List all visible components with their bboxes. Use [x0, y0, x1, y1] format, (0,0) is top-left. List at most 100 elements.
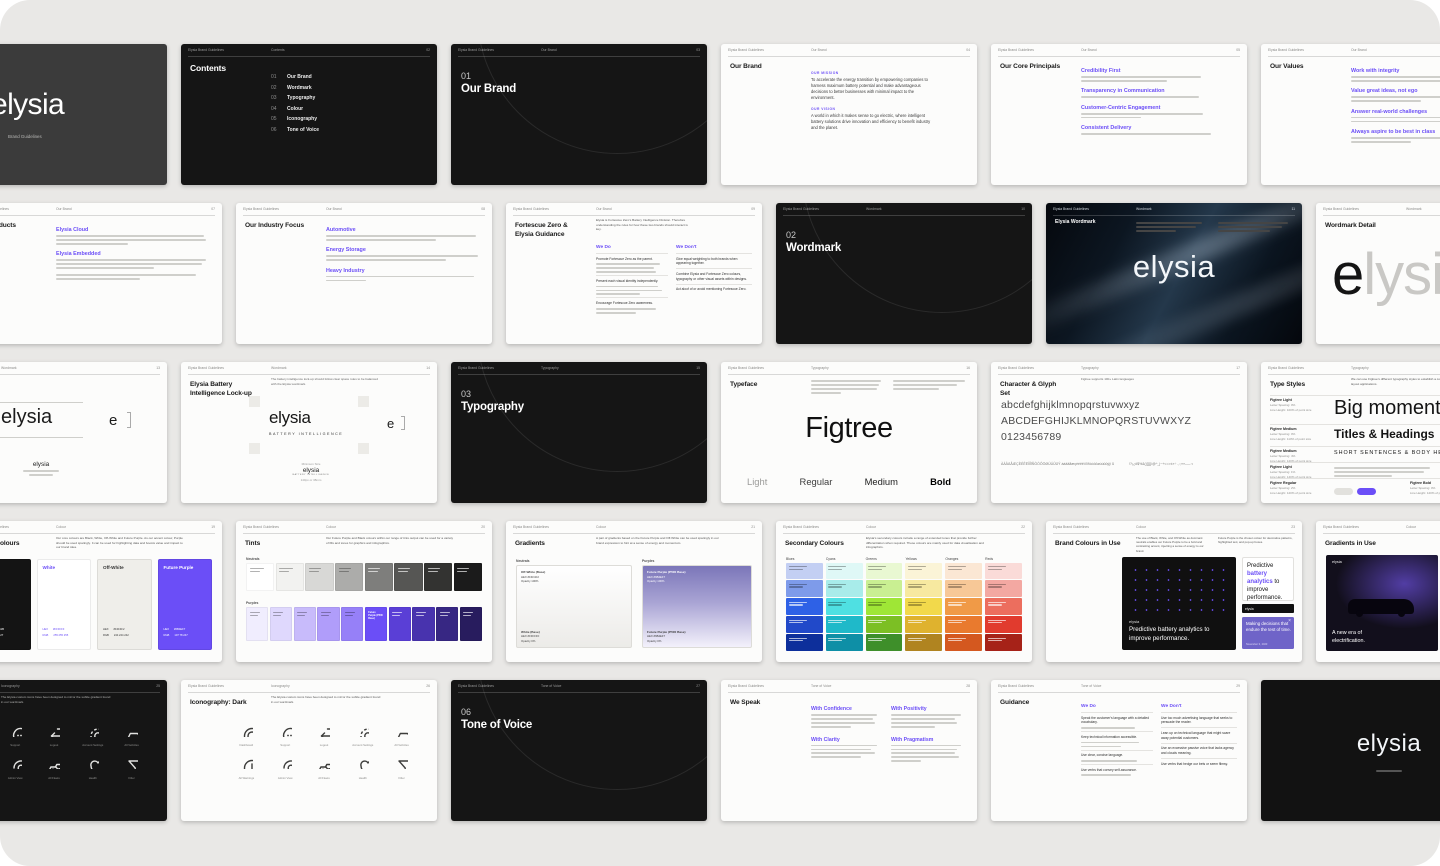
tint-swatch[interactable] — [276, 563, 304, 591]
colour-card-white[interactable]: White HEX#FFFFFF RGB255 255 255 — [37, 559, 92, 650]
tint-swatch[interactable] — [270, 607, 292, 641]
color-swatch[interactable] — [866, 616, 903, 632]
toc-item[interactable]: 01Our Brand — [271, 74, 319, 80]
color-swatch[interactable] — [786, 580, 823, 596]
slide-industry-focus[interactable]: Elysia Brand GuidelinesOur Brand08 Our I… — [236, 203, 492, 344]
color-swatch[interactable] — [866, 563, 903, 579]
button-pill-accent[interactable] — [1357, 488, 1376, 495]
color-swatch[interactable] — [905, 563, 942, 579]
tint-swatch[interactable] — [424, 563, 452, 591]
close-icon[interactable]: × — [1288, 618, 1291, 624]
color-swatch[interactable] — [826, 580, 863, 596]
color-swatch[interactable] — [985, 598, 1022, 614]
color-swatch[interactable] — [905, 616, 942, 632]
color-swatch[interactable] — [866, 598, 903, 614]
color-swatch[interactable] — [786, 634, 823, 650]
toc-item[interactable]: 04Colour — [271, 106, 319, 112]
color-swatch[interactable] — [826, 598, 863, 614]
colour-card-black[interactable]: Black HEX#1B1B1B RGB27 27 27 — [0, 559, 31, 650]
toc-item[interactable]: 06Tone of Voice — [271, 127, 319, 133]
color-swatch[interactable] — [945, 580, 982, 596]
slide-gradients-in-use[interactable]: Elysia Brand GuidelinesColour24 Gradient… — [1316, 521, 1440, 662]
slide-wordmark-hero[interactable]: Elysia Brand GuidelinesWordmark11 Elysia… — [1046, 203, 1302, 344]
neutral-gradient-panel[interactable]: Off-White (Base) HEX #F4F4F2 Opacity 100… — [516, 565, 632, 648]
slide-section-wordmark[interactable]: Elysia Brand GuidelinesWordmark10 02 Wor… — [776, 203, 1032, 344]
slide-iconography-light[interactable]: Elysia Brand GuidelinesIconography25 Ico… — [0, 680, 167, 821]
color-swatch[interactable] — [826, 616, 863, 632]
color-swatch[interactable] — [985, 563, 1022, 579]
color-swatch[interactable] — [866, 580, 903, 596]
tint-swatch[interactable] — [246, 607, 268, 641]
purple-gradient-panel[interactable]: Future Purple (P500 Base) HEX #6B4EF7 Op… — [642, 565, 752, 648]
color-swatch[interactable] — [905, 634, 942, 650]
tint-swatch[interactable] — [436, 607, 458, 641]
slide-colours-in-use[interactable]: Elysia Brand GuidelinesColour23 Brand Co… — [1046, 521, 1302, 662]
slide-section-our-brand[interactable]: Elysia Brand GuidelinesOur Brand03 01 Ou… — [451, 44, 707, 185]
slide-glyph-set[interactable]: Elysia Brand GuidelinesTypography17 Char… — [991, 362, 1247, 503]
slide-closing[interactable]: elysia — [1261, 680, 1440, 821]
tint-swatch[interactable] — [365, 563, 393, 591]
color-swatch[interactable] — [945, 598, 982, 614]
colour-card-off-white[interactable]: Off-White HEX#F4F4F2 RGB244 244 242 — [97, 559, 152, 650]
slide-brand-colours[interactable]: Elysia Brand GuidelinesColour19 Brand Co… — [0, 521, 222, 662]
slide-our-products[interactable]: Elysia Brand GuidelinesOur Brand07 Our P… — [0, 203, 222, 344]
slide-section-tone-of-voice[interactable]: Elysia Brand GuidelinesTone of Voice27 0… — [451, 680, 707, 821]
color-swatch[interactable] — [786, 598, 823, 614]
toc-item[interactable]: 05Iconography — [271, 116, 319, 122]
colour-card-future-purple[interactable]: Future Purple HEX#6B4EF7 RGB107 78 247 — [158, 559, 213, 650]
slide-our-values[interactable]: Elysia Brand GuidelinesOur Brand06 Our V… — [1261, 44, 1440, 185]
slide-iconography-dark[interactable]: Elysia Brand GuidelinesIconography26 Ico… — [181, 680, 437, 821]
color-swatch[interactable] — [985, 616, 1022, 632]
tint-swatch[interactable] — [317, 607, 339, 641]
slide-we-speak[interactable]: Elysia Brand GuidelinesTone of Voice28 W… — [721, 680, 977, 821]
slide-gradients[interactable]: Elysia Brand GuidelinesColour21 Gradient… — [506, 521, 762, 662]
color-swatch[interactable] — [826, 563, 863, 579]
slide-contents[interactable]: Elysia Brand GuidelinesContents02 Conten… — [181, 44, 437, 185]
tint-swatch[interactable] — [389, 607, 411, 641]
slide-cover[interactable]: elysia Brand Guidelines — [0, 44, 167, 185]
color-swatch[interactable] — [786, 616, 823, 632]
toc-item[interactable]: 02Wordmark — [271, 85, 319, 91]
color-swatch[interactable] — [985, 634, 1022, 650]
color-swatch[interactable] — [866, 634, 903, 650]
value-heading: Value great ideas, not ego — [1351, 88, 1440, 94]
slide-fortescue-guidance[interactable]: Elysia Brand GuidelinesOur Brand09 Forte… — [506, 203, 762, 344]
tint-swatch[interactable] — [341, 607, 363, 641]
car-icon — [395, 724, 408, 737]
color-swatch[interactable] — [826, 634, 863, 650]
tint-swatch[interactable] — [412, 607, 434, 641]
slide-wordmark-detail[interactable]: Elysia Brand GuidelinesWordmark12 Wordma… — [1316, 203, 1440, 344]
slide-type-styles[interactable]: Elysia Brand GuidelinesTypography18 Type… — [1261, 362, 1440, 503]
type-style-row: Figtree RegularLetter Spacing: 2%Line He… — [1270, 478, 1440, 496]
color-swatch[interactable] — [905, 598, 942, 614]
lede-text: We can use Figtree's different typograph… — [1351, 377, 1440, 386]
color-swatch[interactable] — [786, 563, 823, 579]
slide-tints[interactable]: Elysia Brand GuidelinesColour20 Tints Ou… — [236, 521, 492, 662]
tint-swatch[interactable] — [305, 563, 333, 591]
elysia-logo: elysia — [1129, 619, 1139, 624]
slide-typeface[interactable]: Elysia Brand GuidelinesTypography16 Type… — [721, 362, 977, 503]
slide-section-typography[interactable]: Elysia Brand GuidelinesTypography15 03 T… — [451, 362, 707, 503]
slide-guidance[interactable]: Elysia Brand GuidelinesTone of Voice29 G… — [991, 680, 1247, 821]
button-pill[interactable] — [1334, 488, 1353, 495]
color-swatch[interactable] — [945, 616, 982, 632]
slide-our-brand[interactable]: Elysia Brand GuidelinesOur Brand04 Our B… — [721, 44, 977, 185]
tint-swatch[interactable] — [335, 563, 363, 591]
colours-description: Our core colours are Black, White, Off-W… — [56, 536, 184, 550]
value-heading: Always aspire to be best in class — [1351, 129, 1440, 135]
tint-swatch[interactable] — [246, 563, 274, 591]
slide-wordmark-construction[interactable]: Elysia Brand GuidelinesWordmark13 elysia… — [0, 362, 167, 503]
color-swatch[interactable] — [905, 580, 942, 596]
slide-secondary-colours[interactable]: Elysia Brand GuidelinesColour22 Secondar… — [776, 521, 1032, 662]
toc-item[interactable]: 03Typography — [271, 95, 319, 101]
tint-swatch-base[interactable]: Future Purple (P500 Base) — [365, 607, 387, 641]
slide-lockup[interactable]: Elysia Brand GuidelinesWordmark14 Elysia… — [181, 362, 437, 503]
tint-swatch[interactable] — [460, 607, 482, 641]
tint-swatch[interactable] — [294, 607, 316, 641]
tint-swatch[interactable] — [394, 563, 422, 591]
color-swatch[interactable] — [945, 563, 982, 579]
tint-swatch[interactable] — [454, 563, 482, 591]
color-swatch[interactable] — [985, 580, 1022, 596]
color-swatch[interactable] — [945, 634, 982, 650]
slide-core-principals[interactable]: Elysia Brand GuidelinesOur Brand05 Our C… — [991, 44, 1247, 185]
